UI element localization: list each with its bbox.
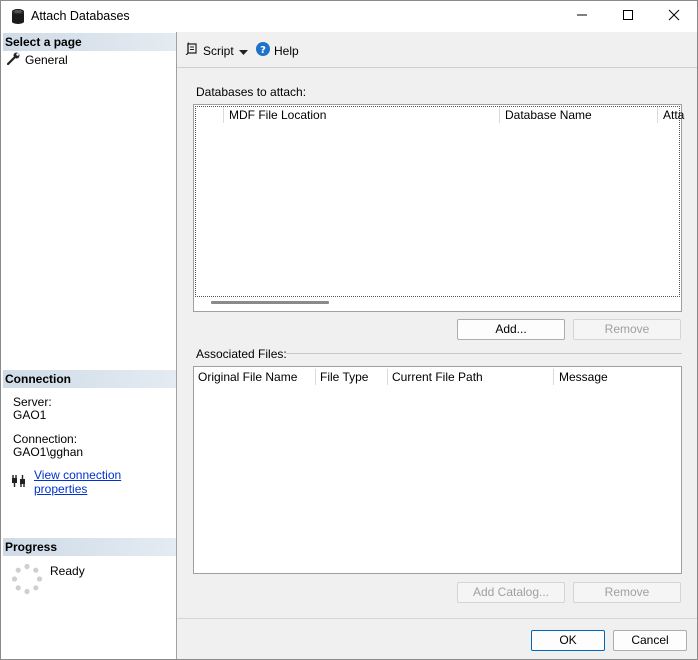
server-label: Server: <box>13 395 52 409</box>
column-header-mdf-file-location[interactable]: MDF File Location <box>229 108 326 122</box>
page-item-general[interactable]: General <box>6 52 68 68</box>
databases-grid-header: MDF File Location Database Name Atta <box>194 105 684 125</box>
minimize-button[interactable] <box>559 1 605 32</box>
column-divider <box>315 369 316 385</box>
column-divider <box>553 369 554 385</box>
databases-to-attach-label: Databases to attach: <box>196 85 307 99</box>
associated-files-label: Associated Files: <box>196 347 287 361</box>
column-divider <box>387 369 388 385</box>
associated-files-grid[interactable]: Original File Name File Type Current Fil… <box>193 366 682 574</box>
grid-focus-rect <box>195 106 680 297</box>
window-title: Attach Databases <box>31 9 130 23</box>
column-header-file-type[interactable]: File Type <box>320 370 368 384</box>
maximize-icon <box>622 9 634 24</box>
connection-label: Connection: <box>13 432 78 446</box>
column-header-original-file-name[interactable]: Original File Name <box>198 370 297 384</box>
script-dropdown[interactable] <box>239 45 248 59</box>
close-icon <box>668 9 680 24</box>
svg-text:?: ? <box>260 45 266 56</box>
column-header-attach-as[interactable]: Atta <box>663 108 684 122</box>
connection-header: Connection <box>3 370 176 388</box>
add-catalog-button[interactable]: Add Catalog... <box>457 582 565 603</box>
column-header-current-file-path[interactable]: Current File Path <box>392 370 483 384</box>
script-label: Script <box>203 43 234 58</box>
help-icon: ? <box>256 42 270 59</box>
maximize-button[interactable] <box>605 1 651 32</box>
footer-separator <box>177 618 697 619</box>
caret-down-icon <box>239 45 248 59</box>
remove-associated-file-button[interactable]: Remove <box>573 582 681 603</box>
left-panel: Select a page General Connection Server:… <box>1 32 177 659</box>
connection-value: GAO1\gghan <box>13 445 84 459</box>
view-connection-properties-link[interactable]: View connection properties <box>34 468 176 496</box>
associated-files-separator <box>286 353 682 354</box>
horizontal-scrollbar-thumb[interactable] <box>211 301 329 304</box>
select-page-header: Select a page <box>3 33 176 51</box>
add-database-button[interactable]: Add... <box>457 319 565 340</box>
associated-files-grid-header: Original File Name File Type Current Fil… <box>194 367 681 387</box>
title-bar[interactable]: Attach Databases <box>1 1 697 32</box>
column-divider <box>223 107 224 123</box>
remove-database-button[interactable]: Remove <box>573 319 681 340</box>
progress-spinner-icon <box>11 563 43 598</box>
server-value: GAO1 <box>13 408 47 422</box>
cancel-button[interactable]: Cancel <box>613 630 687 651</box>
minimize-icon <box>576 9 588 24</box>
progress-header: Progress <box>3 538 176 556</box>
connection-plug-icon <box>11 474 26 491</box>
script-button[interactable]: Script <box>185 42 234 59</box>
database-icon <box>11 8 25 25</box>
page-item-label: General <box>25 53 68 67</box>
script-icon <box>185 42 199 59</box>
help-label: Help <box>274 43 299 58</box>
ok-button[interactable]: OK <box>531 630 605 651</box>
progress-status: Ready <box>50 564 85 578</box>
wrench-icon <box>6 52 21 68</box>
column-header-message[interactable]: Message <box>559 370 608 384</box>
databases-grid[interactable]: MDF File Location Database Name Atta <box>193 104 684 312</box>
close-button[interactable] <box>651 1 697 32</box>
column-divider <box>499 107 500 123</box>
column-header-database-name[interactable]: Database Name <box>505 108 592 122</box>
attach-databases-window: Attach Databases Select a page General C… <box>0 0 698 660</box>
help-button[interactable]: ? Help <box>256 42 299 59</box>
view-connection-properties[interactable]: View connection properties <box>11 468 176 496</box>
column-divider <box>657 107 658 123</box>
toolbar: Script ? Help <box>177 32 697 68</box>
main-panel: Script ? Help Databases to attach: MDF F… <box>177 32 697 659</box>
